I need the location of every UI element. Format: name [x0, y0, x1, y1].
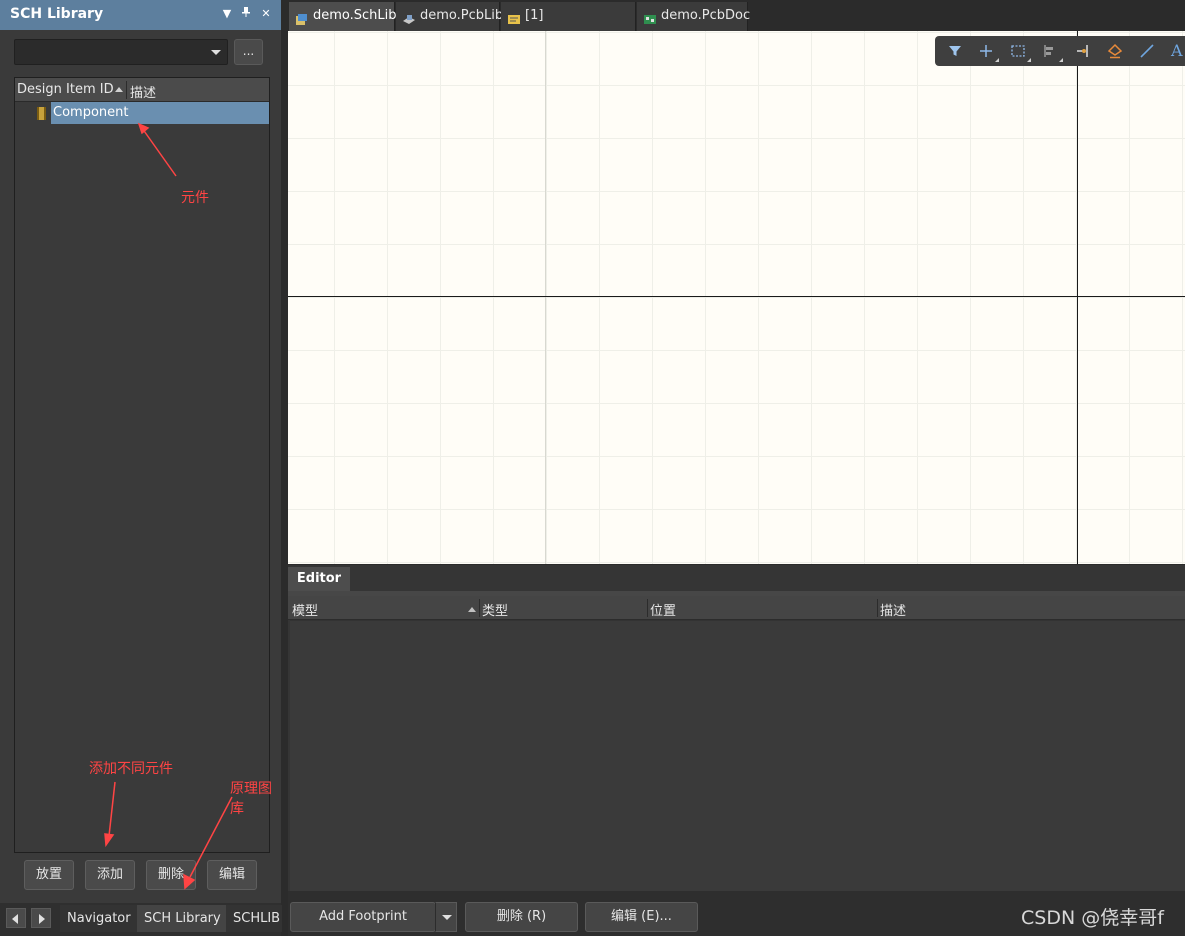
- text-icon[interactable]: A: [1171, 43, 1185, 59]
- schdoc-icon: [507, 9, 521, 24]
- tab-editor[interactable]: Editor: [288, 567, 350, 591]
- arrow-right-icon: [39, 914, 45, 924]
- grid-line: [545, 31, 546, 564]
- crosshair-icon[interactable]: [978, 43, 999, 62]
- pin-icon[interactable]: [239, 6, 253, 22]
- document-tab-bar: demo.SchLib demo.PcbLib [1] demo.SchDoc …: [288, 0, 1185, 50]
- sort-ascending-icon: [468, 607, 476, 612]
- panel-title: SCH Library: [10, 6, 104, 22]
- pcblib-icon: [402, 9, 416, 24]
- column-divider: [479, 599, 480, 617]
- watermark: CSDN @侥幸哥f: [1021, 907, 1164, 929]
- select-rect-icon[interactable]: [1010, 43, 1031, 62]
- column-divider: [647, 599, 648, 617]
- tab-demo-schlib[interactable]: demo.SchLib: [289, 2, 397, 31]
- delete-button[interactable]: 删除: [146, 860, 196, 890]
- list-item[interactable]: Component: [51, 102, 269, 124]
- schematic-canvas[interactable]: [288, 31, 1185, 564]
- sch-library-panel: SCH Library ▼ ✕ ... Design Item ID 描述 Co…: [0, 0, 283, 936]
- add-button[interactable]: 添加: [85, 860, 135, 890]
- tab-demo-schdoc[interactable]: [1] demo.SchDoc: [501, 2, 636, 50]
- origin-axis-vertical: [1077, 31, 1078, 564]
- sort-ascending-icon: [115, 87, 123, 92]
- annotation-component: 元件: [181, 190, 209, 206]
- column-location[interactable]: 位置: [650, 600, 676, 619]
- add-footprint-dropdown[interactable]: [435, 902, 457, 932]
- column-description[interactable]: 描述: [130, 82, 156, 101]
- align-icon[interactable]: [1042, 43, 1063, 62]
- delete-model-button[interactable]: 删除 (R): [465, 902, 578, 932]
- component-icon: [37, 107, 46, 120]
- tab-demo-pcblib[interactable]: demo.PcbLib: [396, 2, 504, 31]
- library-filter-select[interactable]: [14, 39, 228, 65]
- line-icon[interactable]: [1139, 43, 1157, 59]
- close-icon[interactable]: ✕: [259, 6, 273, 22]
- editor-table-header: 模型 类型 位置 描述: [288, 596, 1185, 620]
- chevron-down-icon: [211, 50, 221, 55]
- tab-label: demo.PcbLib: [420, 8, 504, 23]
- list-item-label: Component: [53, 105, 129, 120]
- tab-scroll-right-button[interactable]: [31, 908, 51, 928]
- arrow-left-icon: [12, 914, 18, 924]
- list-header: Design Item ID 描述: [15, 78, 269, 102]
- place-button[interactable]: 放置: [24, 860, 74, 890]
- column-divider: [877, 599, 878, 617]
- tab-label: demo.PcbDoc: [661, 8, 751, 23]
- tab-scroll-left-button[interactable]: [6, 908, 26, 928]
- edit-model-button[interactable]: 编辑 (E)...: [585, 902, 698, 932]
- model-list: [290, 620, 1185, 891]
- origin-axis-horizontal: [288, 296, 1185, 297]
- editor-panel: Editor 模型 类型 位置 描述 Add Footprint 删除 (R) …: [288, 565, 1185, 936]
- edit-button[interactable]: 编辑: [207, 860, 257, 890]
- annotation-add-components: 添加不同元件: [89, 761, 173, 777]
- pcbdoc-icon: [643, 9, 657, 24]
- filter-icon[interactable]: [947, 43, 965, 59]
- tab-demo-pcbdoc[interactable]: demo.PcbDoc: [637, 2, 751, 31]
- component-list: Design Item ID 描述 Component: [14, 77, 270, 853]
- add-footprint-label: Add Footprint: [319, 909, 407, 924]
- pin-icon[interactable]: [1075, 43, 1093, 59]
- browse-button[interactable]: ...: [234, 39, 263, 65]
- column-design-item-id[interactable]: Design Item ID: [17, 82, 114, 97]
- column-description[interactable]: 描述: [880, 600, 906, 619]
- tab-navigator[interactable]: Navigator: [60, 905, 138, 932]
- chevron-down-icon: [442, 915, 452, 920]
- tab-label: demo.SchLib: [313, 8, 397, 23]
- column-type[interactable]: 类型: [482, 600, 508, 619]
- schlib-icon: [295, 9, 309, 25]
- column-divider: [126, 81, 127, 99]
- active-bar-toolbar: A: [935, 36, 1185, 66]
- column-model[interactable]: 模型: [292, 600, 318, 619]
- fill-icon[interactable]: [1107, 43, 1125, 59]
- panel-title-bar: SCH Library ▼ ✕: [0, 0, 281, 30]
- tab-sch-library[interactable]: SCH Library: [137, 905, 228, 932]
- add-footprint-button[interactable]: Add Footprint: [290, 902, 436, 932]
- panel-menu-icon[interactable]: ▼: [220, 6, 234, 22]
- annotation-schematic-library: 原理图库: [230, 781, 272, 817]
- tab-schlib[interactable]: SCHLIB: [226, 905, 283, 932]
